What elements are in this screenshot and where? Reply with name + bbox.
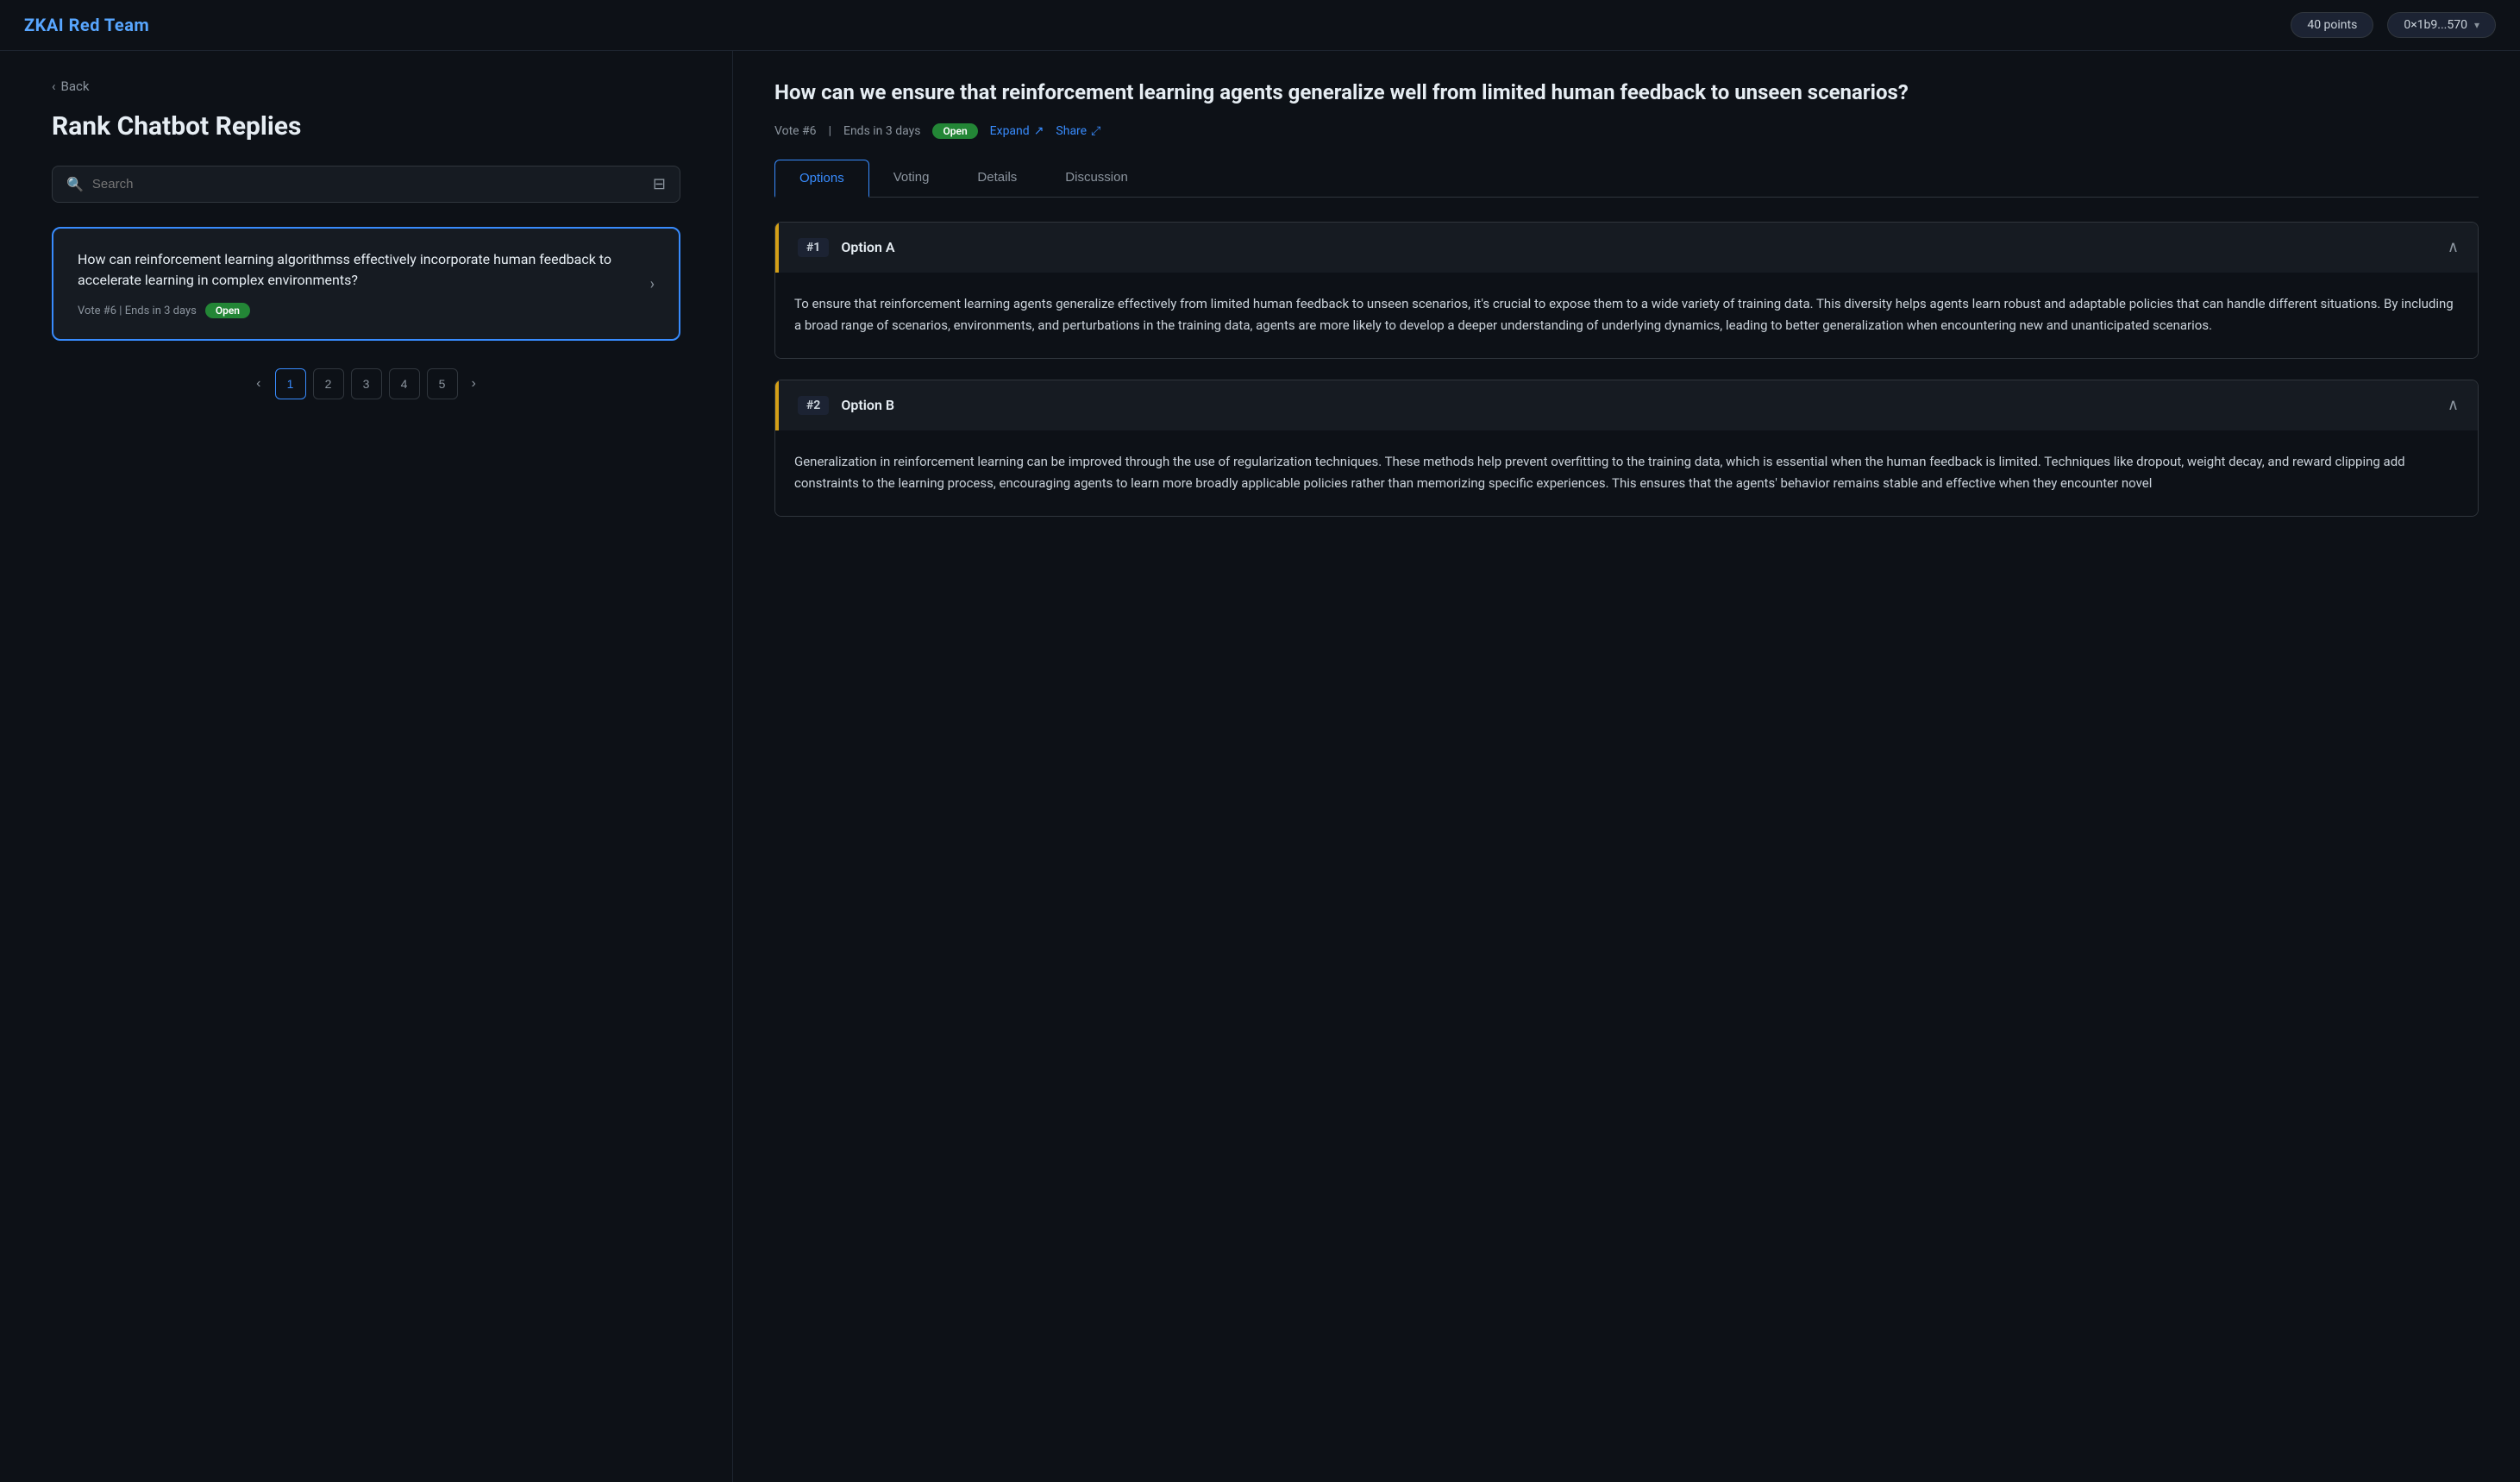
prev-page-button[interactable]: ‹ [249, 373, 267, 395]
search-input[interactable] [92, 177, 644, 192]
main-layout: ‹ Back Rank Chatbot Replies 🔍 ⊟ How can … [0, 51, 2520, 1482]
tab-voting[interactable]: Voting [869, 160, 954, 198]
pagination: ‹ 1 2 3 4 5 › [52, 368, 680, 399]
right-separator-1: | [829, 124, 831, 138]
tab-options[interactable]: Options [774, 160, 869, 198]
option-number-1: #1 [798, 238, 829, 257]
question-card-meta: Vote #6 | Ends in 3 days Open [78, 303, 650, 318]
page-title: Rank Chatbot Replies [52, 111, 680, 141]
chevron-left-icon: ‹ [52, 78, 56, 94]
question-vote-meta: Vote #6 | Ends in 3 days [78, 305, 197, 317]
points-badge: 40 points [2291, 12, 2373, 38]
right-vote-meta: Vote #6 [774, 124, 817, 138]
question-status-badge: Open [205, 303, 250, 318]
left-panel: ‹ Back Rank Chatbot Replies 🔍 ⊟ How can … [0, 51, 733, 1482]
filter-icon[interactable]: ⊟ [653, 175, 666, 193]
page-button-2[interactable]: 2 [313, 368, 344, 399]
search-bar: 🔍 ⊟ [52, 166, 680, 203]
back-link[interactable]: ‹ Back [52, 78, 680, 94]
option-card-1: #1 Option A ∧ To ensure that reinforceme… [774, 222, 2479, 359]
option-header-1: #1 Option A ∧ [775, 223, 2478, 273]
option-body-1: To ensure that reinforcement learning ag… [775, 273, 2478, 358]
expand-label: Expand [990, 124, 1030, 138]
option-body-2: Generalization in reinforcement learning… [775, 430, 2478, 516]
wallet-button[interactable]: 0×1b9...570 ▾ [2387, 12, 2496, 38]
right-meta: Vote #6 | Ends in 3 days Open Expand ↗ S… [774, 123, 2479, 139]
collapse-icon-1[interactable]: ∧ [2448, 238, 2459, 256]
option-title-2: Option B [841, 397, 2447, 413]
tab-details[interactable]: Details [953, 160, 1041, 198]
option-number-2: #2 [798, 396, 829, 415]
right-status-badge: Open [932, 123, 977, 139]
header: ZKAI Red Team 40 points 0×1b9...570 ▾ [0, 0, 2520, 51]
brand-logo: ZKAI Red Team [24, 15, 149, 35]
expand-link[interactable]: Expand ↗ [990, 124, 1044, 138]
page-button-4[interactable]: 4 [389, 368, 420, 399]
option-header-2: #2 Option B ∧ [775, 380, 2478, 430]
collapse-icon-2[interactable]: ∧ [2448, 396, 2459, 414]
chevron-right-icon: › [650, 275, 655, 293]
right-panel: How can we ensure that reinforcement lea… [733, 51, 2520, 1482]
page-button-1[interactable]: 1 [275, 368, 306, 399]
question-card-content: How can reinforcement learning algorithm… [78, 249, 650, 318]
wallet-address: 0×1b9...570 [2404, 18, 2467, 32]
share-label: Share [1056, 124, 1087, 138]
page-button-3[interactable]: 3 [351, 368, 382, 399]
option-title-1: Option A [841, 239, 2447, 255]
question-card[interactable]: How can reinforcement learning algorithm… [52, 227, 680, 341]
search-icon: 🔍 [66, 176, 84, 192]
header-right: 40 points 0×1b9...570 ▾ [2291, 12, 2496, 38]
back-label: Back [61, 78, 90, 94]
next-page-button[interactable]: › [465, 373, 483, 395]
chevron-down-icon: ▾ [2474, 19, 2479, 31]
question-card-text: How can reinforcement learning algorithm… [78, 249, 650, 291]
share-link[interactable]: Share ⤢ [1056, 124, 1100, 138]
external-link-icon: ↗ [1034, 124, 1044, 138]
option-card-2: #2 Option B ∧ Generalization in reinforc… [774, 380, 2479, 517]
page-button-5[interactable]: 5 [427, 368, 458, 399]
tab-discussion[interactable]: Discussion [1041, 160, 1152, 198]
right-question-title: How can we ensure that reinforcement lea… [774, 78, 2479, 108]
share-icon: ⤢ [1091, 124, 1100, 138]
right-ends: Ends in 3 days [843, 124, 921, 138]
tabs: Options Voting Details Discussion [774, 160, 2479, 198]
